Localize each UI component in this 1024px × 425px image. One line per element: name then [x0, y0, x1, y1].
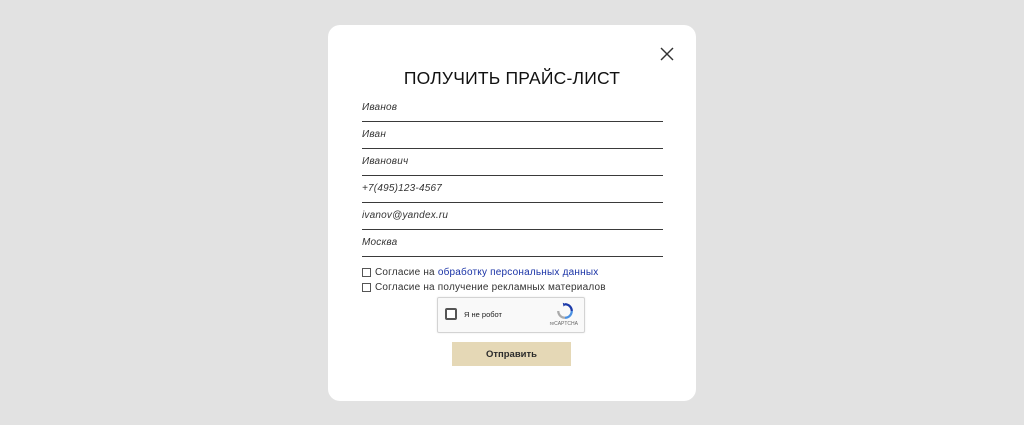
recaptcha-logo-icon: [557, 302, 573, 319]
personal-data-link[interactable]: обработку персональных данных: [438, 267, 599, 278]
modal-title: ПОЛУЧИТЬ ПРАЙС-ЛИСТ: [403, 68, 621, 88]
last-name-field-row: [362, 95, 663, 122]
email-field-row: [362, 203, 663, 230]
first-name-field-row: [362, 122, 663, 149]
consent-personal-label: Согласие на: [375, 267, 435, 278]
submit-button[interactable]: Отправить: [452, 342, 571, 366]
modal-overlay: ПОЛУЧИТЬ ПРАЙС-ЛИСТ С: [0, 0, 1024, 425]
consent-ads-label: Согласие на получение рекламных материал…: [375, 282, 606, 293]
recaptcha-label: Я не робот: [464, 310, 502, 319]
phone-field[interactable]: [362, 180, 663, 196]
phone-field-row: [362, 176, 663, 203]
middle-name-field[interactable]: [362, 153, 663, 169]
recaptcha-checkbox[interactable]: [445, 308, 457, 320]
last-name-field[interactable]: [362, 99, 663, 115]
consent-ads-checkbox[interactable]: [362, 283, 371, 292]
recaptcha-brand: reCAPTCHA: [549, 321, 578, 327]
city-field-row: [362, 230, 663, 257]
price-list-modal: ПОЛУЧИТЬ ПРАЙС-ЛИСТ С: [328, 25, 696, 401]
city-field[interactable]: [362, 234, 663, 250]
consent-personal-row: Согласие на обработку персональных данны…: [362, 265, 663, 280]
recaptcha-widget: Я не робот reCAPTCHA: [437, 297, 585, 333]
consent-personal-checkbox[interactable]: [362, 268, 371, 277]
form-fields: [362, 95, 663, 257]
consent-checkboxes: Согласие на обработку персональных данны…: [362, 265, 663, 295]
close-icon: [660, 47, 674, 61]
consent-ads-row: Согласие на получение рекламных материал…: [362, 280, 663, 295]
first-name-field[interactable]: [362, 126, 663, 142]
middle-name-field-row: [362, 149, 663, 176]
email-field[interactable]: [362, 207, 663, 223]
close-button[interactable]: [658, 45, 676, 63]
